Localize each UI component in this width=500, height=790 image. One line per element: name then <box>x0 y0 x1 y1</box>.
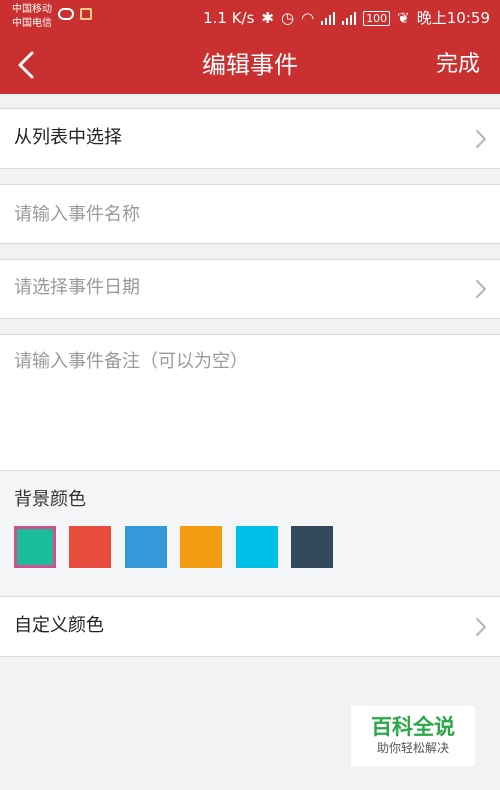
color-swatch-2[interactable] <box>125 526 167 568</box>
status-right: 1.1 K/s ✱ ◷ ◠ 100 ❦ 晚上10:59 <box>203 8 490 28</box>
done-button[interactable]: 完成 <box>436 50 480 80</box>
background-color-label: 背景颜色 <box>14 489 86 510</box>
carrier-1: 中国移动 <box>12 4 52 15</box>
custom-color-label: 自定义颜色 <box>14 615 104 636</box>
chevron-right-icon <box>476 130 486 148</box>
bluetooth-icon: ✱ <box>261 9 274 27</box>
background-color-section: 背景颜色 <box>0 471 500 595</box>
color-swatch-3[interactable] <box>180 526 222 568</box>
watermark-subtitle: 助你轻松解决 <box>376 741 449 755</box>
event-name-placeholder: 请输入事件名称 <box>14 204 140 225</box>
color-swatch-5[interactable] <box>291 526 333 568</box>
signal-3g-icon <box>342 11 357 25</box>
chevron-right-icon <box>476 280 486 298</box>
battery-icon: 100 <box>363 10 391 26</box>
event-note-placeholder: 请输入事件备注（可以为空） <box>14 351 248 372</box>
watermark-title: 百科全说 <box>371 715 455 739</box>
event-note-field[interactable]: 请输入事件备注（可以为空） <box>0 334 500 471</box>
event-date-placeholder: 请选择事件日期 <box>14 277 140 298</box>
color-swatch-1[interactable] <box>69 526 111 568</box>
event-date-field[interactable]: 请选择事件日期 <box>0 259 500 319</box>
watermark-logo: 百科全说 助你轻松解决 <box>351 706 475 766</box>
color-swatch-0[interactable] <box>14 526 56 568</box>
page-title: 编辑事件 <box>202 51 298 79</box>
custom-color-row[interactable]: 自定义颜色 <box>0 596 500 657</box>
wechat-icon <box>58 8 74 20</box>
color-swatch-4[interactable] <box>236 526 278 568</box>
leaf-icon: ❦ <box>397 9 410 27</box>
clock-time: 晚上10:59 <box>416 9 490 27</box>
select-from-list-row[interactable]: 从列表中选择 <box>0 108 500 169</box>
select-from-list-label: 从列表中选择 <box>14 127 122 148</box>
network-speed: 1.1 K/s <box>203 9 255 27</box>
shopping-bag-icon <box>80 8 92 20</box>
wifi-icon: ◠ <box>301 9 315 27</box>
status-bar: 中国移动 中国电信 1.1 K/s ✱ ◷ ◠ 100 ❦ 晚上10:59 <box>0 0 500 36</box>
carrier-info: 中国移动 中国电信 <box>12 3 52 31</box>
app-bar: 编辑事件 完成 <box>0 36 500 94</box>
notification-icons <box>58 8 92 20</box>
event-name-field[interactable]: 请输入事件名称 <box>0 184 500 244</box>
alarm-icon: ◷ <box>281 9 295 27</box>
chevron-right-icon <box>476 618 486 636</box>
carrier-2: 中国电信 <box>12 18 52 29</box>
signal-4g-icon <box>321 11 336 25</box>
